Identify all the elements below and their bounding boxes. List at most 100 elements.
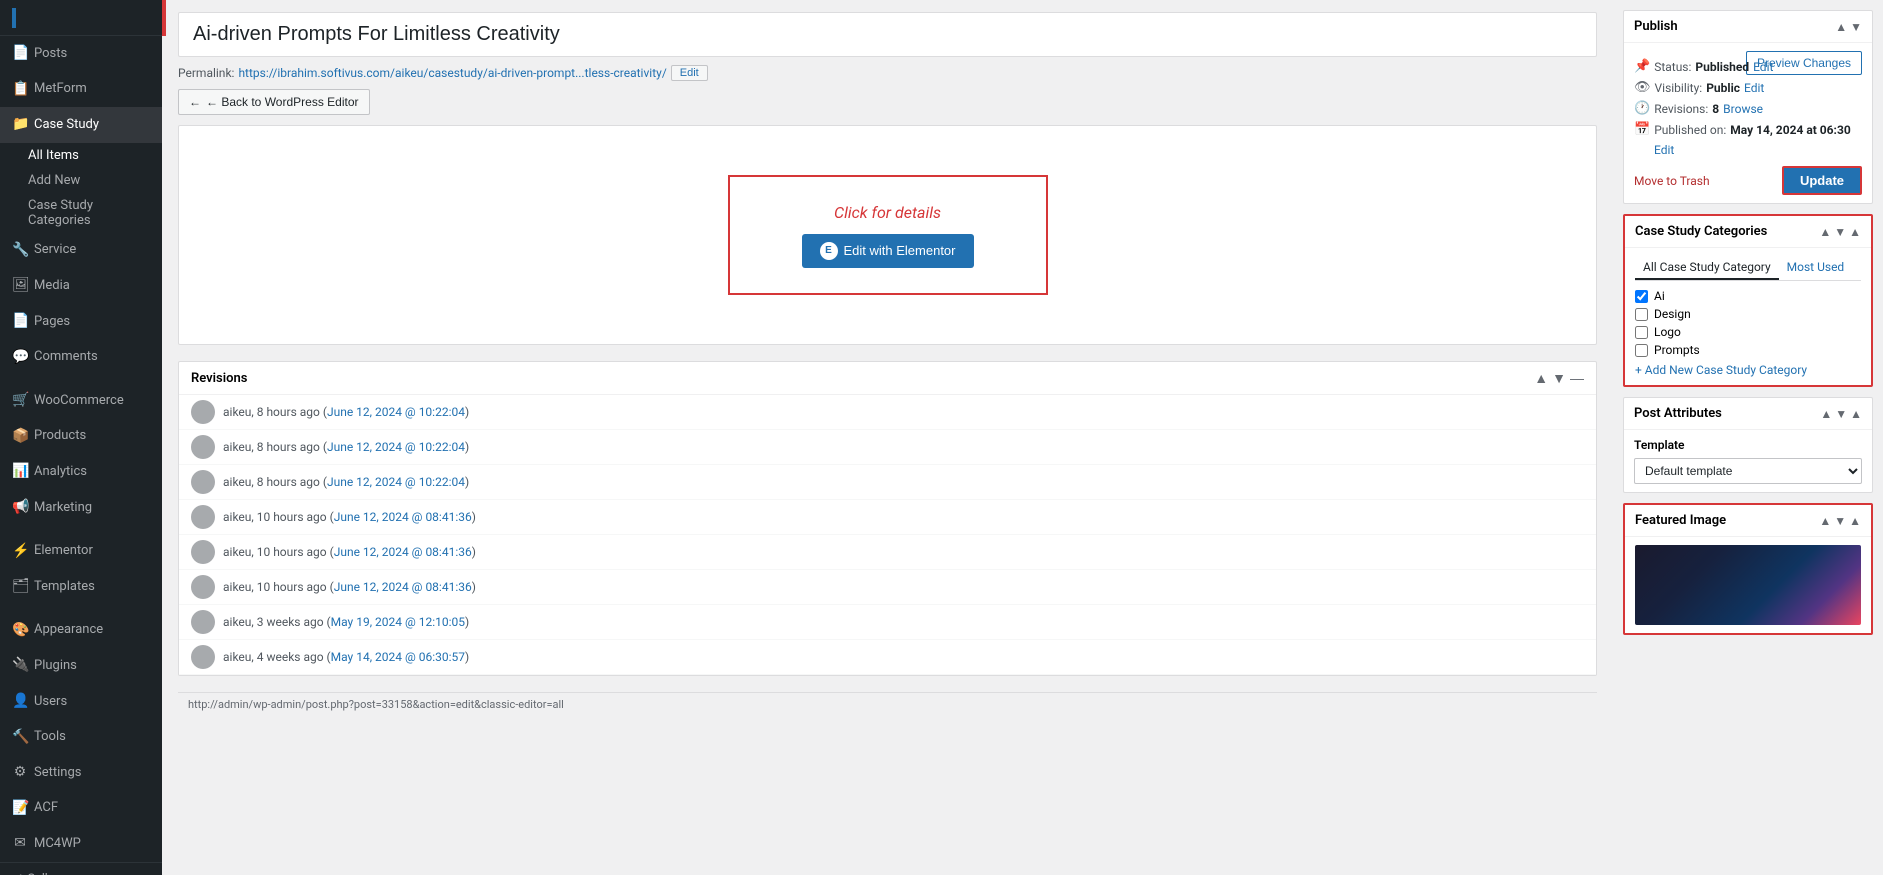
- sidebar-item-posts[interactable]: 📄 Posts: [0, 36, 162, 72]
- publish-panel: Publish ▲ ▼ Preview Changes 📌 Status: Pu…: [1623, 10, 1873, 204]
- revision-item: aikeu, 10 hours ago (June 12, 2024 @ 08:…: [179, 500, 1596, 535]
- sidebar-item-marketing[interactable]: 📢 Marketing: [0, 490, 162, 526]
- category-prompts-checkbox[interactable]: [1635, 344, 1648, 357]
- categories-panel-header: Case Study Categories ▲ ▼ ▲: [1625, 216, 1871, 248]
- sidebar-item-templates[interactable]: 🗂 Templates: [0, 569, 162, 605]
- sidebar-item-tools[interactable]: 🔨 Tools: [0, 720, 162, 756]
- template-select[interactable]: Default template: [1634, 458, 1862, 484]
- mc4wp-icon: ✉: [12, 834, 28, 854]
- back-to-wordpress-editor-button[interactable]: ← ← Back to WordPress Editor: [178, 89, 370, 115]
- avatar: [191, 435, 215, 459]
- revision-link[interactable]: June 12, 2024 @ 10:22:04: [327, 475, 465, 489]
- category-logo-checkbox[interactable]: [1635, 326, 1648, 339]
- post-attributes-down-button[interactable]: ▼: [1835, 407, 1847, 421]
- back-arrow-icon: ←: [189, 95, 201, 109]
- revision-text: aikeu, 10 hours ago (June 12, 2024 @ 08:…: [223, 510, 476, 524]
- revisions-minimize-button[interactable]: —: [1570, 370, 1584, 386]
- sidebar-sub-add-new[interactable]: Add New: [0, 168, 162, 193]
- status-bar-url: http://admin/wp-admin/post.php?post=3315…: [188, 698, 564, 711]
- categories-panel-minimize-button[interactable]: ▲: [1849, 225, 1861, 239]
- sidebar-item-woocommerce[interactable]: 🛒 WooCommerce: [0, 383, 162, 419]
- revisions-icon: 🕐: [1634, 101, 1650, 116]
- revision-link[interactable]: June 12, 2024 @ 08:41:36: [334, 545, 472, 559]
- sidebar-item-plugins[interactable]: 🔌 Plugins: [0, 648, 162, 684]
- collapse-menu-button[interactable]: ◀ Collapse menu: [0, 862, 162, 875]
- revisions-header: Revisions ▲ ▼ —: [179, 362, 1596, 395]
- permalink-edit-button[interactable]: Edit: [671, 65, 708, 81]
- revision-link[interactable]: June 12, 2024 @ 08:41:36: [334, 510, 472, 524]
- avatar: [191, 505, 215, 529]
- status-icon: 📌: [1634, 59, 1650, 74]
- sidebar-item-analytics[interactable]: 📊 Analytics: [0, 454, 162, 490]
- click-for-details-box[interactable]: Click for details E Edit with Elementor: [728, 175, 1048, 295]
- sidebar-item-acf[interactable]: 📝 ACF: [0, 791, 162, 827]
- sidebar-item-label: Products: [34, 427, 86, 445]
- title-box: [178, 12, 1597, 57]
- sidebar-item-label: MC4WP: [34, 835, 81, 853]
- tab-most-used[interactable]: Most Used: [1779, 256, 1853, 280]
- sidebar-item-settings[interactable]: ⚙ Settings: [0, 755, 162, 791]
- revision-link[interactable]: June 12, 2024 @ 08:41:36: [334, 580, 472, 594]
- featured-image-up-button[interactable]: ▲: [1819, 514, 1831, 528]
- sidebar-item-comments[interactable]: 💬 Comments: [0, 340, 162, 376]
- sidebar-item-label: Elementor: [34, 542, 93, 560]
- published-on-row: 📅 Published on: May 14, 2024 at 06:30: [1634, 122, 1862, 137]
- category-ai-checkbox[interactable]: [1635, 290, 1648, 303]
- publish-panel-down-button[interactable]: ▼: [1850, 20, 1862, 34]
- revision-text: aikeu, 8 hours ago (June 12, 2024 @ 10:2…: [223, 440, 469, 454]
- published-on-edit-link[interactable]: Edit: [1654, 143, 1674, 157]
- revision-link[interactable]: June 12, 2024 @ 10:22:04: [327, 440, 465, 454]
- publish-panel-up-button[interactable]: ▲: [1835, 20, 1847, 34]
- post-title-input[interactable]: [193, 23, 1582, 46]
- category-logo-label: Logo: [1654, 325, 1681, 339]
- elementor-logo-icon: E: [820, 242, 838, 260]
- post-attributes-up-button[interactable]: ▲: [1820, 407, 1832, 421]
- sidebar-item-label: Templates: [34, 578, 95, 596]
- category-design-checkbox[interactable]: [1635, 308, 1648, 321]
- revision-link[interactable]: May 14, 2024 @ 06:30:57: [331, 650, 465, 664]
- move-to-trash-link[interactable]: Move to Trash: [1634, 174, 1710, 188]
- category-ai-label: Ai: [1654, 289, 1665, 303]
- sidebar-item-case-study[interactable]: 📁 Case Study: [0, 107, 162, 143]
- sidebar-item-products[interactable]: 📦 Products: [0, 419, 162, 455]
- revisions-collapse-up-button[interactable]: ▲: [1534, 370, 1548, 386]
- revisions-collapse-down-button[interactable]: ▼: [1552, 370, 1566, 386]
- sidebar-item-mc4wp[interactable]: ✉ MC4WP: [0, 826, 162, 862]
- revision-link[interactable]: June 12, 2024 @ 10:22:04: [327, 405, 465, 419]
- visibility-edit-link[interactable]: Edit: [1744, 81, 1764, 95]
- sidebar-item-media[interactable]: 🖼 Media: [0, 268, 162, 304]
- revisions-browse-link[interactable]: Browse: [1723, 102, 1763, 116]
- post-attributes-minimize-button[interactable]: ▲: [1850, 407, 1862, 421]
- sidebar-item-pages[interactable]: 📄 Pages: [0, 304, 162, 340]
- revision-text: aikeu, 3 weeks ago (May 19, 2024 @ 12:10…: [223, 615, 469, 629]
- update-button[interactable]: Update: [1782, 166, 1862, 195]
- featured-image-down-button[interactable]: ▼: [1834, 514, 1846, 528]
- sidebar-sub-all-items[interactable]: All Items: [0, 143, 162, 168]
- categories-panel-up-button[interactable]: ▲: [1819, 225, 1831, 239]
- sidebar-item-elementor[interactable]: ⚡ Elementor: [0, 534, 162, 570]
- revision-text: aikeu, 10 hours ago (June 12, 2024 @ 08:…: [223, 580, 476, 594]
- publish-panel-controls: ▲ ▼: [1835, 20, 1862, 34]
- revision-link[interactable]: May 19, 2024 @ 12:10:05: [331, 615, 465, 629]
- sidebar-sub-case-study-categories[interactable]: Case Study Categories: [0, 193, 162, 233]
- featured-image-title: Featured Image: [1635, 513, 1726, 528]
- featured-image-thumbnail[interactable]: [1635, 545, 1861, 625]
- post-attributes-body: Template Default template: [1624, 430, 1872, 492]
- media-icon: 🖼: [12, 276, 28, 296]
- marketing-icon: 📢: [12, 498, 28, 518]
- permalink-link[interactable]: https://ibrahim.softivus.com/aikeu/cases…: [238, 66, 666, 80]
- appearance-icon: 🎨: [12, 621, 28, 641]
- tab-all-case-study-category[interactable]: All Case Study Category: [1635, 256, 1779, 280]
- sidebar-item-metform[interactable]: 📋 MetForm: [0, 72, 162, 108]
- sidebar-item-service[interactable]: 🔧 Service: [0, 233, 162, 269]
- status-edit-link[interactable]: Edit: [1753, 60, 1773, 74]
- featured-image-minimize-button[interactable]: ▲: [1849, 514, 1861, 528]
- categories-panel-down-button[interactable]: ▼: [1834, 225, 1846, 239]
- add-new-case-study-category-link[interactable]: + Add New Case Study Category: [1635, 363, 1861, 377]
- sidebar-item-users[interactable]: 👤 Users: [0, 684, 162, 720]
- edit-with-elementor-button[interactable]: E Edit with Elementor: [802, 234, 974, 268]
- sidebar-item-label: WooCommerce: [34, 392, 124, 410]
- sidebar-item-appearance[interactable]: 🎨 Appearance: [0, 613, 162, 649]
- status-label: Status:: [1654, 60, 1691, 74]
- right-panel: Publish ▲ ▼ Preview Changes 📌 Status: Pu…: [1613, 0, 1883, 875]
